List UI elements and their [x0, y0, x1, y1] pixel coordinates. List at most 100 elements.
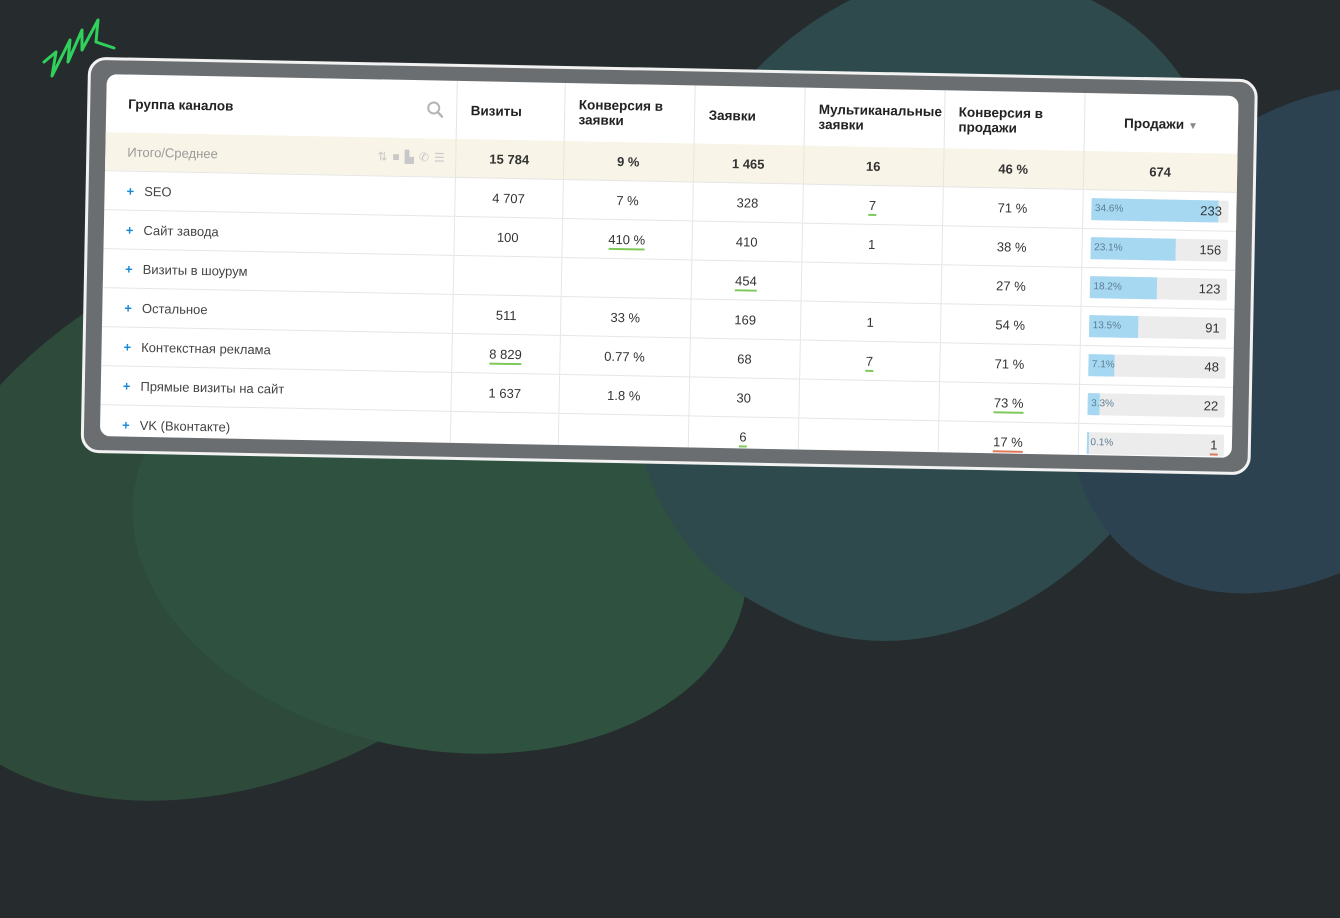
total-sales: 674 — [1082, 150, 1238, 193]
sort-desc-icon: ▼ — [1187, 120, 1199, 132]
sales-share-fill — [1086, 432, 1090, 455]
sales-share-bar: 7.1% 48 — [1087, 354, 1226, 379]
channel-label: Сайт завода — [143, 222, 219, 239]
total-leads: 1 465 — [692, 143, 804, 185]
conv-sales-link[interactable]: 17 % — [992, 433, 1023, 453]
channel-cell[interactable]: + Сайт завода — [103, 209, 455, 256]
search-icon[interactable] — [426, 100, 444, 118]
conv-sales-cell: 71 % — [942, 186, 1083, 229]
conv-sales-cell: 73 % — [938, 381, 1080, 424]
sales-cell: 18.2% 123 — [1080, 267, 1236, 310]
sales-share-percent: 34.6% — [1094, 203, 1124, 215]
header-conv-leads[interactable]: Конверсия в заявки — [563, 82, 695, 144]
visits-cell: 511 — [451, 294, 561, 336]
header-sales[interactable]: Продажи ▼ — [1083, 92, 1239, 154]
sales-cell: 0.1% 1 — [1077, 423, 1233, 458]
channel-cell[interactable]: + Визиты в шоурум — [102, 248, 454, 295]
sales-share-bar: 13.5% 91 — [1088, 315, 1226, 340]
conv-leads-cell: 0.77 % — [559, 335, 690, 377]
sales-share-percent: 7.1% — [1091, 359, 1115, 371]
report-window: Группа каналов Визиты Конверсия в заявки… — [80, 56, 1258, 501]
leads-cell: 454 — [690, 259, 802, 302]
sales-cell: 13.5% 91 — [1079, 306, 1235, 349]
multichannel-link[interactable]: 7 — [865, 353, 874, 372]
sales-share-percent: 3.3% — [1091, 398, 1115, 410]
expand-plus-icon[interactable]: + — [123, 339, 131, 354]
sort-icon[interactable]: ⇅ — [377, 149, 387, 163]
square-icon[interactable]: ■ — [392, 150, 400, 164]
multichannel-link[interactable]: 7 — [868, 197, 877, 216]
header-group[interactable]: Группа каналов — [105, 74, 457, 139]
header-leads[interactable]: Заявки — [693, 85, 805, 146]
conv-leads-link[interactable]: 410 % — [608, 231, 646, 251]
total-multichannel: 16 — [802, 145, 944, 187]
visits-cell: 1 637 — [450, 372, 560, 414]
visits-link[interactable]: 8 829 — [489, 346, 522, 365]
leads-link[interactable]: 6 — [739, 428, 747, 448]
multichannel-cell — [797, 418, 939, 458]
expand-plus-icon[interactable]: + — [125, 261, 133, 276]
conv-leads-cell: 7 % — [562, 179, 693, 221]
sales-share-percent: 18.2% — [1093, 281, 1122, 293]
sales-share-bar: 0.1% 1 — [1086, 432, 1224, 457]
expand-plus-icon[interactable]: + — [124, 300, 132, 315]
conv-sales-cell: 38 % — [941, 225, 1083, 268]
header-conv-sales[interactable]: Конверсия в продажи — [943, 90, 1085, 151]
channel-label: SEO — [144, 183, 172, 199]
list-icon[interactable]: ☰ — [434, 150, 445, 164]
expand-plus-icon[interactable]: + — [123, 378, 131, 393]
sales-share-bar: 23.1% 156 — [1089, 237, 1228, 262]
total-visits: 15 784 — [454, 138, 564, 180]
channel-cell[interactable]: + SEO — [104, 170, 455, 217]
sales-value: 123 — [1198, 281, 1221, 297]
leads-cell: 68 — [689, 337, 800, 380]
sales-cell: 7.1% 48 — [1079, 345, 1234, 388]
expand-plus-icon[interactable]: + — [122, 417, 130, 432]
sales-value: 91 — [1205, 320, 1220, 336]
conv-sales-cell: 54 % — [939, 303, 1081, 346]
sales-cell: 3.3% 22 — [1078, 384, 1234, 427]
visits-cell: 100 — [453, 216, 563, 258]
channel-label: Остальное — [141, 300, 208, 317]
channel-cell[interactable]: + Прямые визиты на сайт — [100, 365, 452, 412]
header-multichannel[interactable]: Мультиканальные заявки — [803, 87, 945, 149]
sales-share-percent: 23.1% — [1094, 242, 1123, 254]
conv-sales-cell: 17 % — [937, 420, 1079, 458]
channel-cell[interactable]: + VK (Вконтакте) — [99, 404, 451, 450]
visits-cell — [452, 255, 562, 297]
expand-plus-icon[interactable]: + — [126, 183, 134, 198]
conv-sales-cell: 27 % — [940, 264, 1082, 307]
channel-report-table: Группа каналов Визиты Конверсия в заявки… — [99, 74, 1239, 458]
channel-label: Прямые визиты на сайт — [140, 378, 285, 397]
multichannel-cell — [800, 262, 942, 304]
header-visits[interactable]: Визиты — [455, 80, 565, 141]
window-frame: Группа каналов Визиты Конверсия в заявки… — [80, 56, 1258, 476]
sales-share-bar: 34.6% 233 — [1090, 198, 1229, 223]
sales-share-bar: 3.3% 22 — [1086, 393, 1225, 418]
multichannel-cell: 1 — [799, 301, 941, 343]
channel-label: Визиты в шоурум — [142, 261, 248, 279]
conv-leads-cell: 1.8 % — [558, 374, 690, 416]
leads-cell: 328 — [692, 181, 803, 224]
header-group-label: Группа каналов — [128, 96, 234, 114]
header-sales-label: Продажи — [1124, 115, 1185, 132]
conv-leads-cell: 33 % — [559, 296, 691, 338]
conv-sales-cell: 71 % — [939, 342, 1080, 385]
sales-share-bar: 18.2% 123 — [1089, 276, 1227, 301]
channel-cell[interactable]: + Контекстная реклама — [101, 326, 452, 373]
total-conv-leads: 9 % — [562, 140, 694, 182]
visits-cell: 4 707 — [454, 177, 563, 219]
row-tools: ⇅ ■ ▙ ✆ ☰ — [377, 149, 445, 164]
leads-cell: 6 — [687, 415, 799, 457]
phone-icon[interactable]: ✆ — [419, 150, 429, 164]
leads-cell: 30 — [688, 376, 800, 419]
multichannel-cell: 7 — [799, 340, 940, 382]
multichannel-cell: 1 — [801, 223, 943, 265]
chart-icon[interactable]: ▙ — [405, 150, 415, 164]
channel-cell[interactable]: + Остальное — [101, 287, 453, 334]
sales-share-percent: 0.1% — [1090, 437, 1114, 449]
expand-plus-icon[interactable]: + — [126, 222, 134, 237]
leads-link[interactable]: 454 — [734, 272, 757, 292]
channel-label: Контекстная реклама — [141, 339, 271, 357]
conv-sales-link[interactable]: 73 % — [993, 394, 1024, 414]
